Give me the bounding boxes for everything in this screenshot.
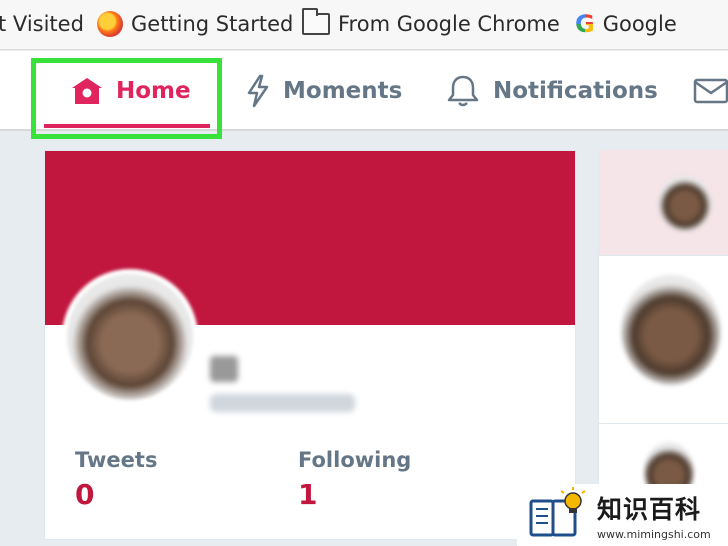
bookmarks-bar: t Visited Getting Started From Google Ch… [0,0,728,50]
watermark: 知识百科 www.mimingshi.com [517,484,728,546]
book-lightbulb-logo-icon [527,487,587,543]
mail-icon [693,78,728,104]
watermark-url: www.mimingshi.com [597,527,711,541]
bookmark-label: From Google Chrome [338,12,560,36]
profile-handle-blurred[interactable] [210,394,355,412]
bookmark-google[interactable]: G Google [575,8,677,40]
bookmark-most-visited[interactable]: t Visited [0,8,84,40]
nav-notifications-label: Notifications [493,78,658,104]
profile-card: Tweets 0 Following 1 [44,150,576,540]
nav-notifications-tab[interactable]: Notifications [445,73,658,109]
tweets-count[interactable]: 0 [75,478,94,511]
following-label[interactable]: Following [298,448,411,472]
bookmark-label: Google [602,12,677,36]
nav-messages-tab[interactable] [693,73,728,109]
watermark-title: 知识百科 [597,494,702,524]
profile-name-blurred[interactable] [210,356,238,382]
following-count[interactable]: 1 [298,478,317,511]
nav-moments-label: Moments [283,78,403,104]
avatar[interactable] [62,269,198,405]
avatar[interactable] [621,275,721,385]
avatar[interactable] [659,175,711,231]
bell-icon [447,75,479,107]
bookmark-label: Getting Started [131,12,294,36]
folder-icon [302,8,330,35]
watermark-text: 知识百科 www.mimingshi.com [597,490,711,541]
highlight-annotation [31,58,222,139]
bookmark-label: t Visited [0,12,84,36]
bookmark-from-google-chrome[interactable]: From Google Chrome [302,8,560,40]
google-icon: G [575,10,595,38]
tweets-label[interactable]: Tweets [75,448,157,472]
bookmark-getting-started[interactable]: Getting Started [97,8,293,40]
divider [599,423,728,424]
nav-moments-tab[interactable]: Moments [245,73,402,109]
firefox-icon [97,11,123,37]
lightning-icon [247,74,269,108]
